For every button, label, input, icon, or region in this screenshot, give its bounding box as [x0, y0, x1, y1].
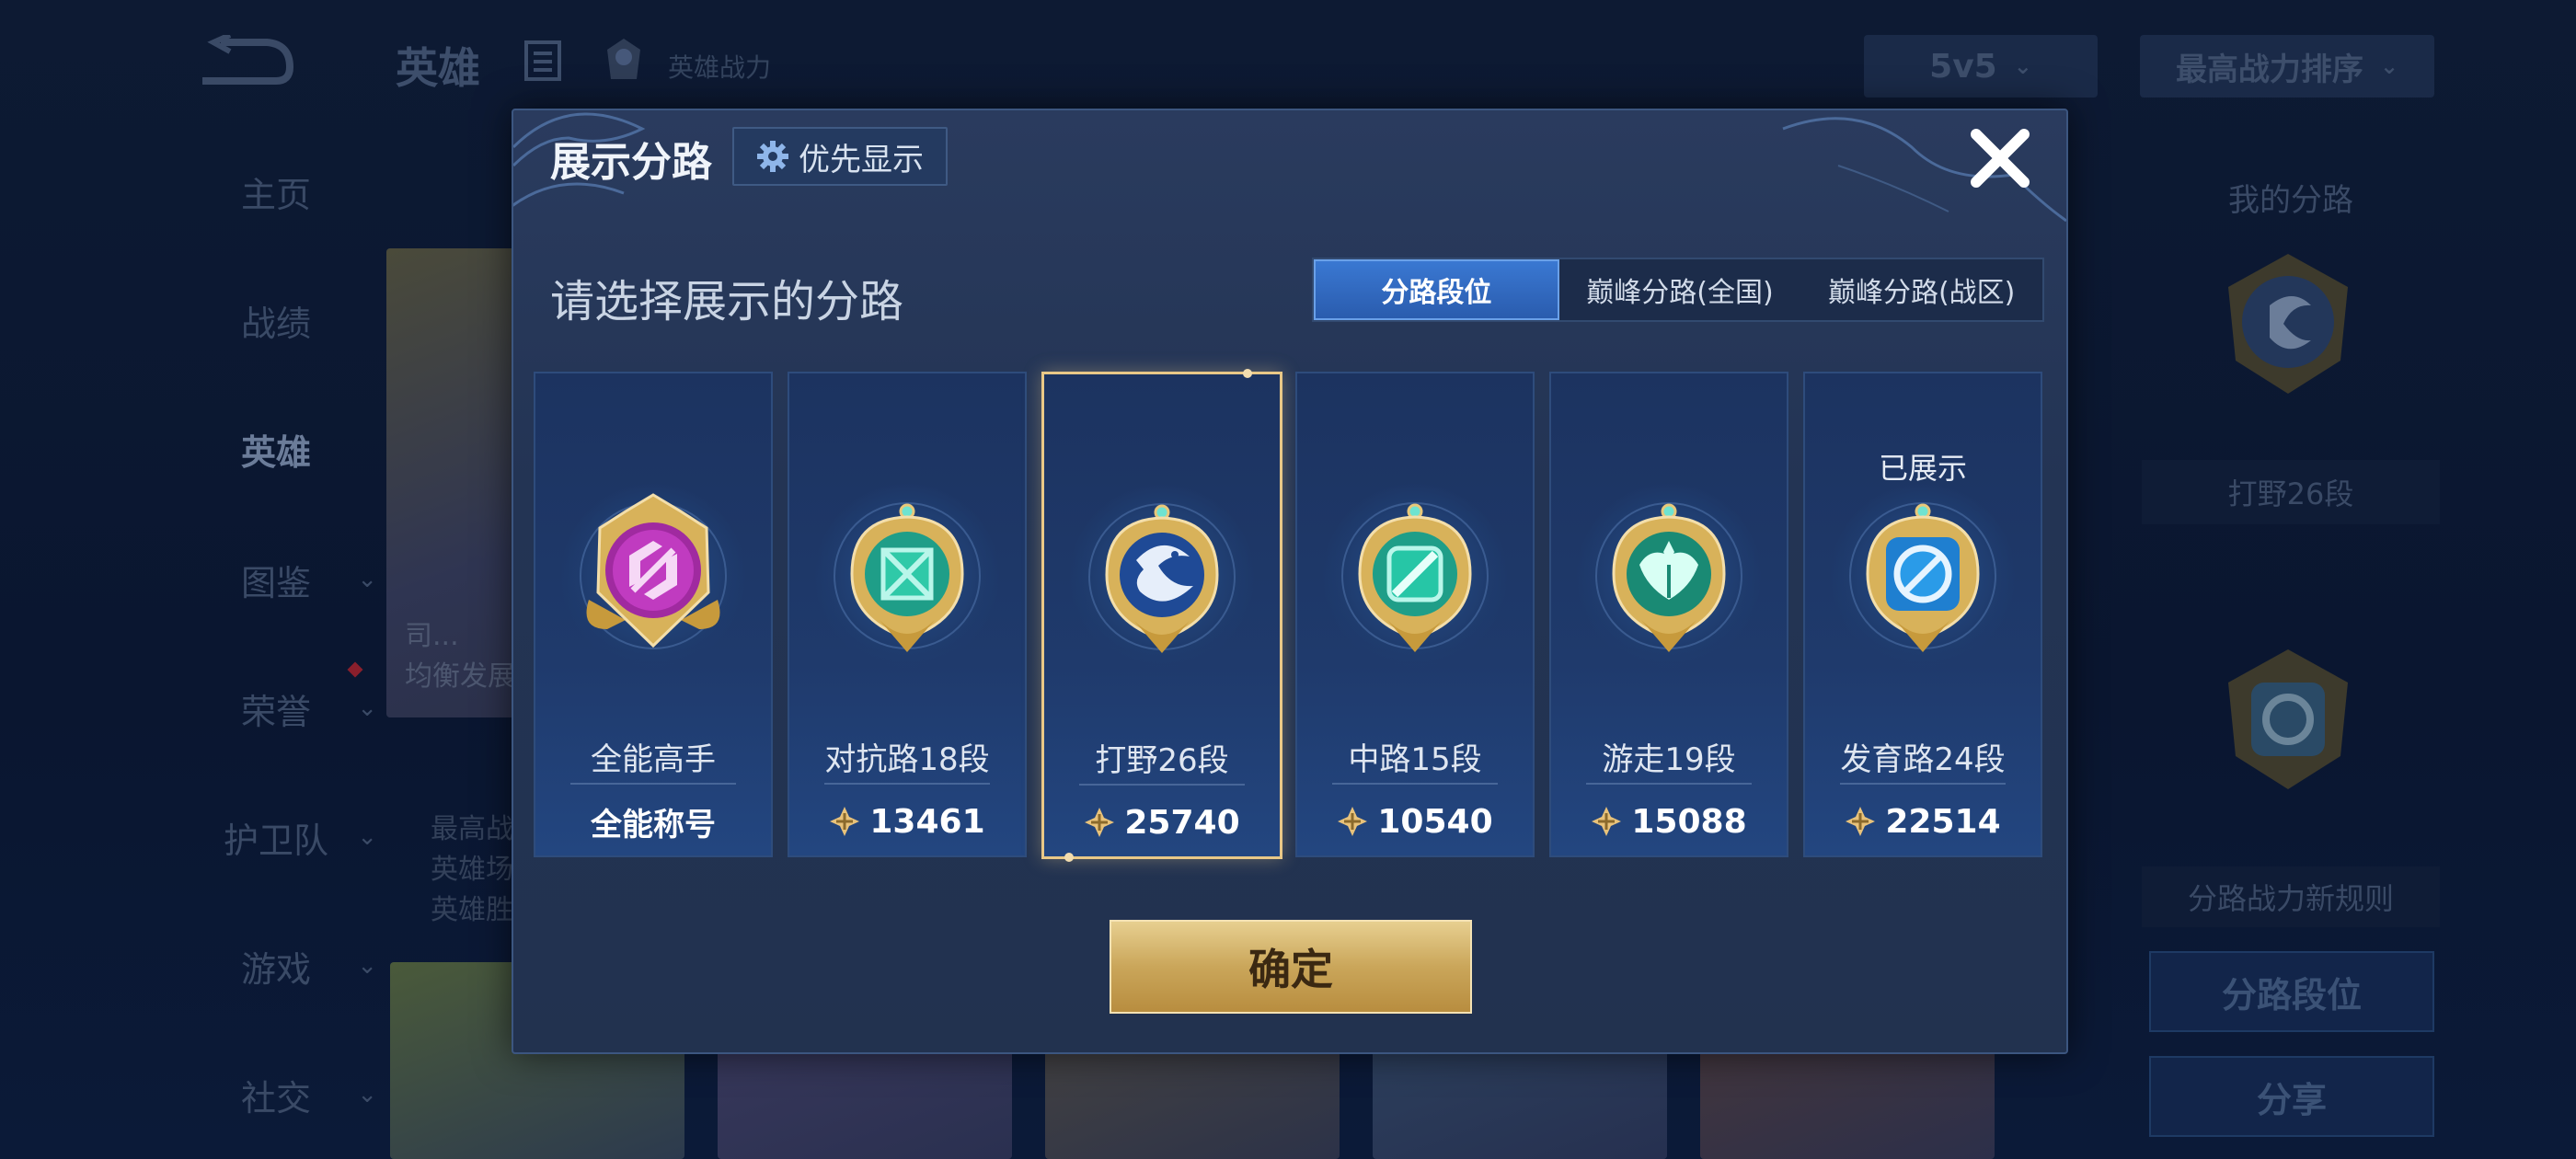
- hero-card-text: 司... 均衡发展: [405, 620, 515, 693]
- share-button[interactable]: 分享: [2149, 1056, 2434, 1137]
- lane-power-value: 15088: [1631, 802, 1747, 841]
- farm-lane-badge-icon: [2228, 649, 2348, 789]
- priority-display-label: 优先显示: [799, 141, 924, 178]
- lane-card-clash[interactable]: 对抗路18段 13461: [788, 372, 1027, 857]
- lane-name: 游走19段: [1602, 741, 1736, 778]
- mode-select-value: 5v5: [1929, 47, 1997, 86]
- farm-lane-badge-icon: [1866, 503, 1980, 652]
- hero-power-label[interactable]: 英雄战力: [668, 48, 771, 85]
- chevron-down-icon: ⌄: [2379, 53, 2399, 79]
- my-lane-title: 我的分路: [2228, 182, 2353, 219]
- power-icon: [1846, 807, 1876, 836]
- lane-card-roam[interactable]: 游走19段 15088: [1549, 372, 1788, 857]
- lane-title-value: 全能称号: [591, 806, 716, 843]
- tab-lane-rank[interactable]: 分路段位: [1314, 259, 1559, 320]
- page-title: 英雄: [396, 43, 480, 93]
- chevron-down-icon: ⌄: [357, 952, 377, 980]
- lane-power-value: 22514: [1885, 802, 2001, 841]
- sidebar-item-codex[interactable]: 图鉴 ⌄: [175, 552, 377, 607]
- mid-lane-badge-icon: [1358, 503, 1472, 652]
- back-arrow-icon[interactable]: [193, 35, 294, 90]
- my-lane-label: 打野26段: [2142, 460, 2440, 524]
- lane-power-value: 25740: [1124, 803, 1240, 842]
- lane-card-all-round[interactable]: 全能高手 全能称号: [534, 372, 773, 857]
- chevron-down-icon: ⌄: [357, 823, 377, 851]
- lane-display-dialog: 展示分路 优先显示 请选择展示的分路 分路段位 巅峰分路(全国) 巅峰分路(战区…: [512, 109, 2068, 1054]
- sidebar-item-honor[interactable]: 荣誉 ⌄: [175, 681, 377, 736]
- list-icon[interactable]: [524, 40, 561, 81]
- lane-name: 中路15段: [1348, 741, 1482, 778]
- lane-rank-button[interactable]: 分路段位: [2149, 951, 2434, 1032]
- jungle-badge-icon: [2228, 254, 2348, 394]
- lane-card-jungle[interactable]: 打野26段 25740: [1041, 369, 1282, 862]
- power-icon: [1338, 807, 1368, 836]
- chevron-down-icon: ⌄: [357, 694, 377, 722]
- tab-peak-lane-region[interactable]: 巅峰分路(战区): [1800, 259, 2042, 320]
- lane-type-tabs: 分路段位 巅峰分路(全国) 巅峰分路(战区): [1312, 258, 2044, 322]
- chevron-down-icon: ⌄: [357, 1081, 377, 1108]
- sort-select-value: 最高战力排序: [2175, 51, 2363, 88]
- notification-dot: [347, 661, 363, 678]
- chevron-down-icon: ⌄: [357, 566, 377, 593]
- sidebar-item-home[interactable]: 主页: [175, 164, 377, 219]
- power-icon: [1085, 808, 1115, 837]
- lane-power-value: 13461: [869, 802, 985, 841]
- clash-lane-badge-icon: [850, 503, 964, 652]
- sort-select[interactable]: 最高战力排序 ⌄: [2140, 35, 2434, 98]
- sidebar-item-records[interactable]: 战绩: [175, 293, 377, 348]
- lane-power-rule[interactable]: 分路战力新规则: [2142, 866, 2440, 927]
- sidebar-item-guard[interactable]: 护卫队 ⌄: [175, 809, 377, 865]
- shown-label: 已展示: [1878, 451, 1967, 486]
- lane-power-value: 10540: [1377, 802, 1493, 841]
- sidebar-item-games[interactable]: 游戏 ⌄: [175, 938, 377, 993]
- lane-name: 打野26段: [1095, 742, 1229, 779]
- jungle-badge-icon: [1105, 504, 1219, 653]
- roam-badge-icon: [1612, 503, 1726, 652]
- sidebar-item-social[interactable]: 社交 ⌄: [175, 1067, 377, 1122]
- gear-icon: [757, 141, 788, 172]
- sidebar-item-heroes[interactable]: 英雄: [175, 421, 377, 476]
- lane-card-farm[interactable]: 已展示 发育路24段 22514: [1803, 372, 2042, 857]
- all-round-badge-icon: [586, 493, 720, 648]
- tab-peak-lane-national[interactable]: 巅峰分路(全国): [1559, 259, 1801, 320]
- dialog-subtitle: 请选择展示的分路: [550, 276, 904, 327]
- power-icon: [1592, 807, 1622, 836]
- power-icon: [830, 807, 860, 836]
- lane-cards: 全能高手 全能称号 对抗路18段 13461 打野26段 25740 中路15段…: [534, 369, 2042, 862]
- dialog-title: 展示分路: [550, 139, 712, 186]
- lane-name: 对抗路18段: [824, 741, 990, 778]
- lane-card-mid[interactable]: 中路15段 10540: [1295, 372, 1535, 857]
- confirm-button[interactable]: 确定: [1110, 920, 1472, 1014]
- lane-name: 发育路24段: [1840, 741, 2006, 778]
- chevron-down-icon: ⌄: [2013, 53, 2032, 79]
- mode-select[interactable]: 5v5 ⌄: [1864, 35, 2098, 98]
- hero-power-icon[interactable]: [604, 37, 644, 81]
- close-icon[interactable]: [1965, 123, 2035, 193]
- lane-name: 全能高手: [591, 741, 716, 778]
- priority-display-button[interactable]: 优先显示: [732, 127, 948, 186]
